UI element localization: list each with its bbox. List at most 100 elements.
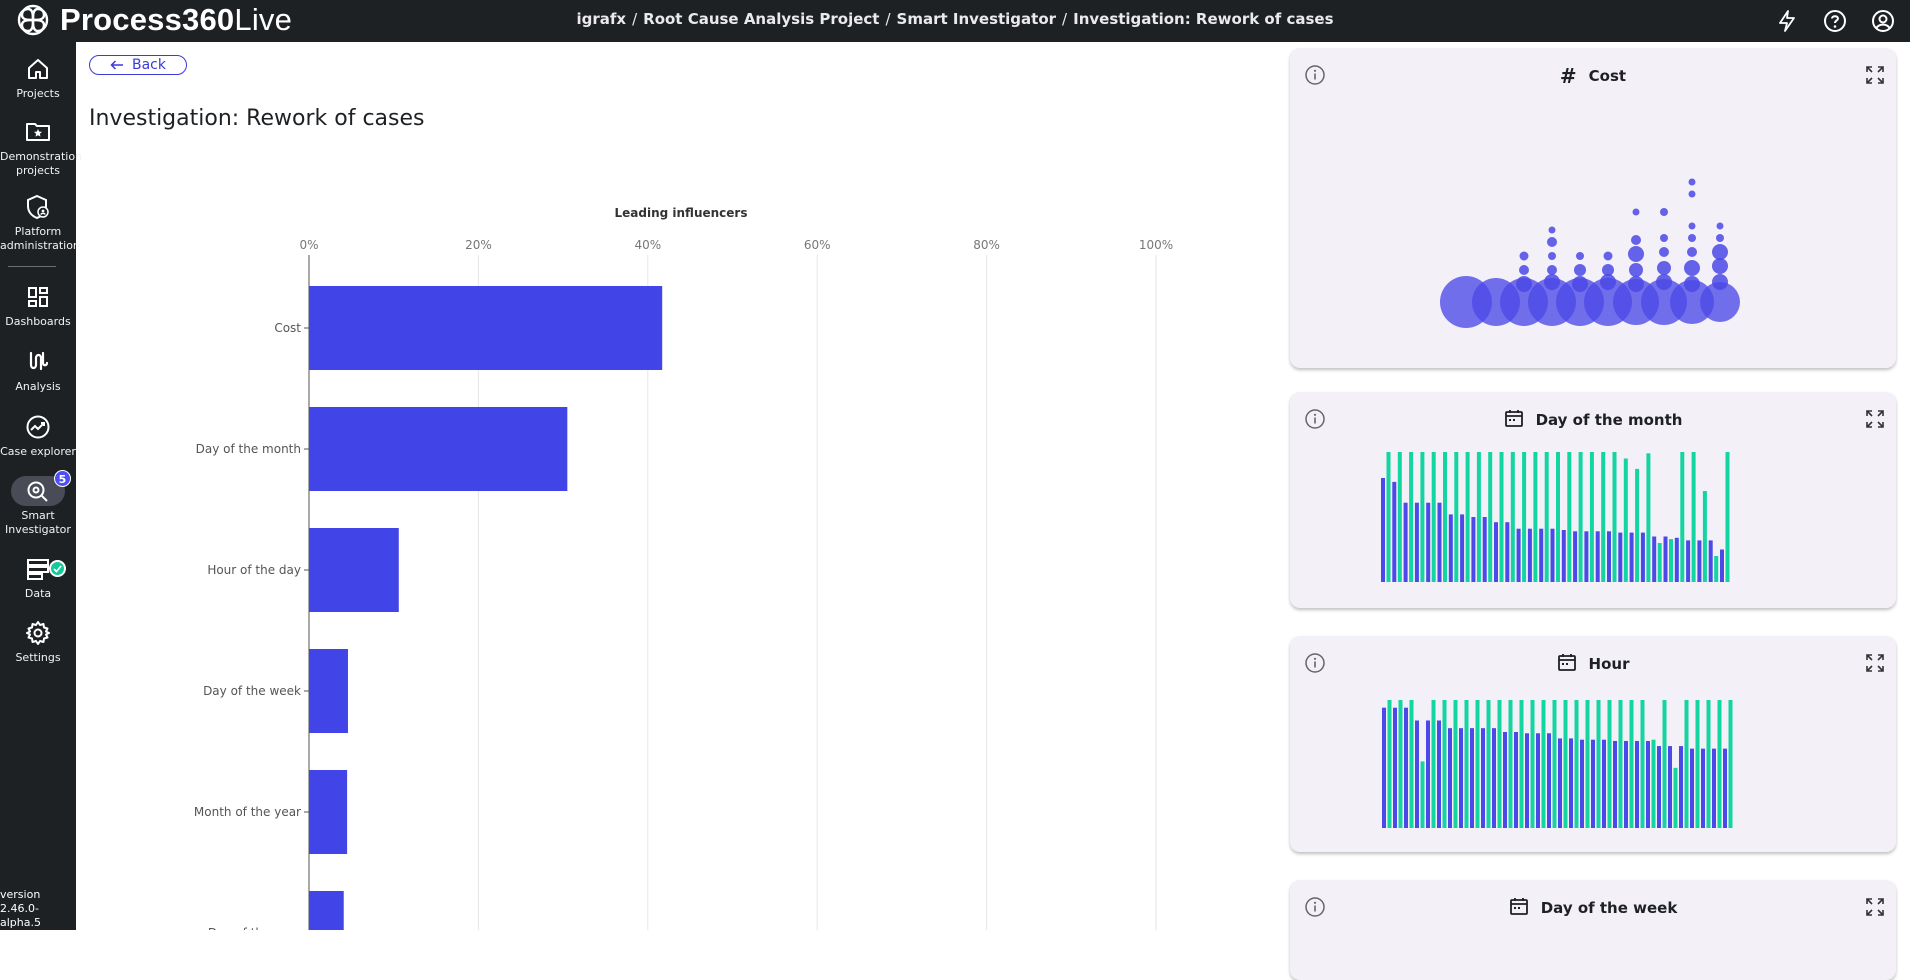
version-label: version 2.46.0-alpha.5 [0, 888, 41, 929]
cost-bubble [1656, 274, 1672, 290]
sidebar-item-smart-investigator[interactable]: 5 Smart Investigator [0, 470, 76, 537]
chart-title: Leading influencers [615, 206, 748, 220]
bar-green [1464, 700, 1469, 828]
cost-bubble [1688, 178, 1696, 186]
sidebar-item-label: Platform administration [0, 225, 80, 252]
bolt-icon[interactable] [1772, 6, 1802, 36]
analysis-icon [0, 347, 76, 377]
bar-blue [1437, 720, 1441, 828]
cost-bubble [1684, 276, 1700, 292]
bar-green [1684, 700, 1689, 828]
bar-blue [1514, 732, 1518, 828]
bar-blue [1690, 748, 1694, 828]
sidebar: Projects Demonstration projects Platform… [0, 42, 83, 930]
breadcrumb-item-project[interactable]: Root Cause Analysis Project [643, 10, 879, 28]
bar-green [1695, 700, 1700, 828]
sidebar-item-settings[interactable]: Settings [0, 618, 76, 665]
bar-blue [1404, 707, 1408, 828]
cost-bubble [1628, 246, 1644, 262]
bar-blue [1640, 532, 1645, 582]
cost-bubble [1684, 260, 1700, 276]
influencer-card-day-of-week[interactable]: Day of the week [1290, 880, 1896, 980]
bar-blue [1624, 740, 1628, 828]
bar-green [1596, 700, 1601, 828]
bar-blue [1459, 728, 1463, 828]
x-tick-label: 60% [804, 238, 831, 252]
sidebar-item-label: Demonstration projects [0, 150, 83, 177]
bar-blue [1437, 502, 1442, 582]
bar-green [1420, 761, 1425, 828]
day-of-month-bar-chart [1381, 452, 1730, 582]
bar-month-of-the-year[interactable] [309, 770, 348, 854]
breadcrumb-item-smart-investigator[interactable]: Smart Investigator [897, 10, 1057, 28]
bar-blue [1573, 531, 1578, 582]
bar-blue [1712, 748, 1716, 828]
bar-blue [1492, 728, 1496, 828]
bar-green [1552, 700, 1557, 828]
bar-green [1442, 700, 1447, 828]
sidebar-item-platform-administration[interactable]: Platform administration [0, 192, 80, 253]
bar-cost[interactable] [309, 286, 663, 370]
page-title: Investigation: Rework of cases [89, 106, 425, 131]
sidebar-item-dashboards[interactable]: Dashboards [0, 282, 76, 329]
bar-green [1544, 452, 1549, 582]
influencer-card-hour[interactable]: Hour [1290, 636, 1896, 852]
bar-green [1386, 452, 1391, 582]
bar-green [1476, 452, 1481, 582]
home-icon [0, 54, 76, 84]
sidebar-item-label: Data [24, 587, 52, 600]
bar-blue [1382, 707, 1386, 828]
bar-green [1725, 452, 1730, 582]
bar-hour-of-the-day[interactable] [309, 528, 399, 612]
cost-bubble [1628, 276, 1644, 292]
bar-blue [1618, 532, 1623, 582]
user-icon[interactable] [1868, 6, 1898, 36]
cost-bubble [1660, 234, 1668, 242]
bar-blue [1558, 738, 1562, 828]
breadcrumb-item-org[interactable]: igrafx [576, 10, 626, 28]
bar-green [1651, 739, 1656, 828]
bar-green [1563, 700, 1568, 828]
x-tick-label: 80% [973, 238, 1000, 252]
help-icon[interactable] [1820, 6, 1850, 36]
sidebar-item-data[interactable]: Data [0, 554, 76, 601]
expand-icon[interactable] [1864, 896, 1886, 922]
bar-day-of-the-year[interactable] [309, 891, 344, 930]
bar-green [1508, 700, 1513, 828]
bar-blue [1481, 728, 1485, 828]
cost-bubble [1712, 258, 1728, 274]
bar-blue [1503, 732, 1507, 828]
x-tick-label: 40% [634, 238, 661, 252]
back-button[interactable]: Back [89, 55, 187, 75]
bar-blue [1494, 522, 1498, 582]
y-tick-label: Day of the week [203, 684, 301, 698]
bar-day-of-the-week[interactable] [309, 649, 348, 733]
bar-blue [1393, 707, 1397, 828]
bar-day-of-the-month[interactable] [309, 407, 568, 491]
star-folder-icon [0, 117, 76, 147]
cost-bubble [1602, 264, 1614, 276]
bar-green [1541, 700, 1546, 828]
hour-bar-chart [1382, 700, 1733, 828]
bar-green [1706, 700, 1711, 828]
bar-blue [1426, 720, 1430, 828]
bar-blue [1569, 738, 1573, 828]
sidebar-item-case-explorer[interactable]: Case explorer [0, 412, 76, 459]
influencer-card-day-of-month[interactable]: Day of the month [1290, 392, 1896, 608]
bar-green [1409, 452, 1414, 582]
sidebar-item-demonstration-projects[interactable]: Demonstration projects [0, 117, 83, 178]
bar-blue [1580, 739, 1584, 828]
y-tick-label: Hour of the day [207, 563, 301, 577]
influencer-card-cost[interactable]: # Cost [1290, 48, 1896, 368]
bar-green [1530, 700, 1535, 828]
cost-bubble [1516, 276, 1532, 292]
bar-blue [1663, 536, 1668, 582]
bar-blue [1591, 739, 1595, 828]
bar-blue [1668, 746, 1672, 828]
bar-green [1443, 452, 1447, 582]
sidebar-item-analysis[interactable]: Analysis [0, 347, 76, 394]
cost-bubble [1688, 190, 1696, 198]
top-bar: Process360Live igrafx / Root Cause Analysi… [0, 0, 1910, 42]
sidebar-item-projects[interactable]: Projects [0, 54, 76, 101]
bar-blue [1536, 733, 1540, 828]
